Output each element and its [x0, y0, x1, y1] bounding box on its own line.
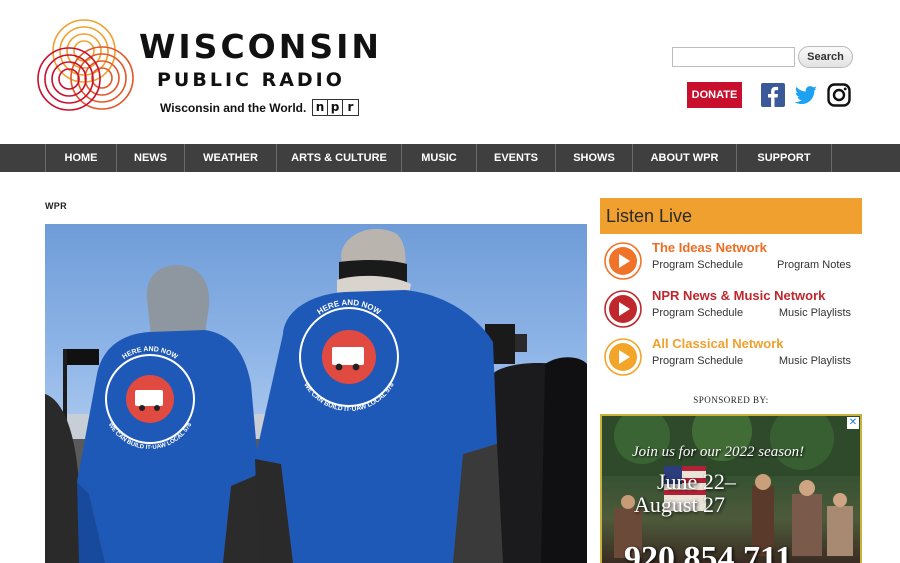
ad-close-icon[interactable]: ✕ — [847, 417, 859, 429]
nav-item-arts-culture[interactable]: ARTS & CULTURE — [277, 144, 402, 172]
station-all-classical: All Classical Network Program Schedule M… — [603, 336, 863, 380]
brand-subtitle[interactable]: PUBLIC RADIO — [157, 71, 345, 90]
nav-item-events[interactable]: EVENTS — [477, 144, 556, 172]
program-schedule-link[interactable]: Program Schedule — [652, 259, 743, 271]
npr-letter-r: r — [347, 100, 354, 114]
ad-date-line-1: June 22– — [657, 469, 736, 494]
brand-tagline: Wisconsin and the World. — [160, 101, 307, 115]
page: WISCONSIN PUBLIC RADIO Wisconsin and the… — [0, 0, 900, 563]
play-icon[interactable] — [604, 338, 642, 376]
search-input[interactable] — [672, 47, 795, 67]
program-notes-link[interactable]: Program Notes — [777, 259, 851, 271]
wpr-logo-icon[interactable] — [36, 15, 140, 115]
station-name[interactable]: NPR News & Music Network — [652, 288, 825, 303]
ad-phone: 920.854.711 — [624, 540, 793, 563]
nav-item-weather[interactable]: WEATHER — [185, 144, 277, 172]
nav-item-news[interactable]: NEWS — [117, 144, 185, 172]
instagram-icon[interactable] — [826, 82, 852, 108]
donate-button[interactable]: DONATE — [687, 82, 742, 108]
brand-title[interactable]: WISCONSIN — [139, 30, 382, 63]
station-name[interactable]: The Ideas Network — [652, 240, 767, 255]
nav-item-home[interactable]: HOME — [46, 144, 117, 172]
listen-live-header[interactable]: Listen Live — [600, 198, 862, 234]
search-button[interactable]: Search — [798, 46, 853, 68]
program-schedule-link[interactable]: Program Schedule — [652, 307, 743, 319]
play-icon[interactable] — [604, 290, 642, 328]
play-icon[interactable] — [604, 242, 642, 280]
sponsored-by-label: SPONSORED BY: — [693, 395, 769, 405]
article-hero-photo[interactable]: HERE AND NOW WE CAN BUILD IT·UAW LOCAL 5… — [45, 224, 587, 563]
hero-photo-illustration: HERE AND NOW WE CAN BUILD IT·UAW LOCAL 5… — [45, 228, 587, 563]
npr-letter-p: p — [328, 100, 343, 115]
nav-item-shows[interactable]: SHOWS — [556, 144, 633, 172]
station-ideas-network: The Ideas Network Program Schedule Progr… — [603, 240, 863, 284]
nav-item-music[interactable]: MUSIC — [402, 144, 477, 172]
station-npr-news-music: NPR News & Music Network Program Schedul… — [603, 288, 863, 332]
npr-letter-n: n — [313, 100, 328, 115]
program-schedule-link[interactable]: Program Schedule — [652, 355, 743, 367]
nav-item-about-wpr[interactable]: ABOUT WPR — [633, 144, 737, 172]
nav-item-support[interactable]: SUPPORT — [737, 144, 832, 172]
music-playlists-link[interactable]: Music Playlists — [779, 307, 851, 319]
station-name[interactable]: All Classical Network — [652, 336, 784, 351]
sponsor-ad-banner[interactable]: ✕ Join us for our 2022 season! June 22– … — [600, 414, 862, 563]
ad-date-line-2: August 27 — [634, 492, 726, 517]
npr-logo[interactable]: n p r — [312, 99, 359, 116]
facebook-icon[interactable] — [760, 82, 786, 108]
twitter-icon[interactable] — [793, 82, 819, 108]
main-nav: HOME NEWS WEATHER ARTS & CULTURE MUSIC E… — [0, 144, 900, 172]
music-playlists-link[interactable]: Music Playlists — [779, 355, 851, 367]
article-kicker: WPR — [45, 201, 67, 211]
ad-headline: Join us for our 2022 season! — [632, 444, 805, 460]
